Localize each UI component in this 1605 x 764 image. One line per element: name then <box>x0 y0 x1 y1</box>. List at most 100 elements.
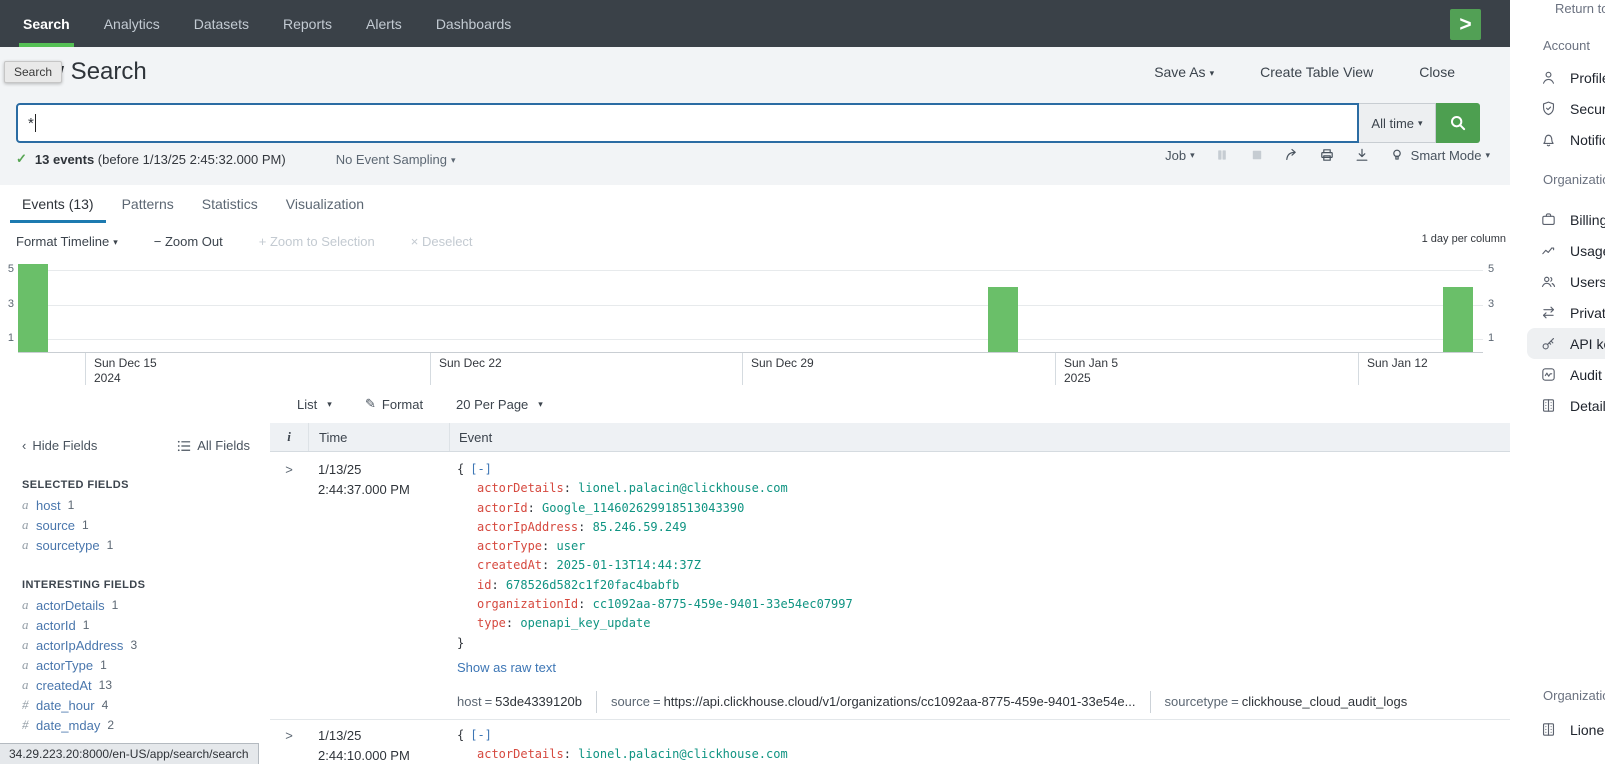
bell-icon <box>1540 131 1557 148</box>
menu-item-api-keys[interactable]: API keys <box>1527 328 1605 359</box>
hide-fields-button[interactable]: ‹Hide Fields <box>22 438 97 453</box>
field-type-glyph: # <box>22 697 36 713</box>
json-pair[interactable]: actorDetails: lionel.palacin@clickhouse.… <box>457 745 1510 764</box>
menu-item-security[interactable]: Security <box>1510 93 1605 124</box>
splunk-logo-icon[interactable]: > <box>1450 9 1481 40</box>
field-actorId[interactable]: aactorId1 <box>0 615 270 635</box>
nav-item-dashboards[interactable]: Dashboards <box>419 0 529 47</box>
json-pair[interactable]: createdAt: 2025-01-13T14:44:37Z <box>457 556 1510 575</box>
menu-item-private-endpoints[interactable]: Private <box>1510 297 1605 328</box>
zoom-out-button[interactable]: − Zoom Out <box>154 234 223 249</box>
field-actorDetails[interactable]: aactorDetails1 <box>0 595 270 615</box>
close-button[interactable]: Close <box>1419 64 1455 80</box>
all-fields-button[interactable]: All Fields <box>177 438 250 453</box>
field-source[interactable]: asource1 <box>0 515 270 535</box>
field-type-glyph: # <box>22 717 36 733</box>
nav-item-search[interactable]: Search <box>6 0 87 47</box>
list-view-dropdown[interactable]: List▾ <box>297 385 332 423</box>
menu-item-notifications[interactable]: Notifications <box>1510 124 1605 155</box>
json-pair[interactable]: actorIpAddress: 85.246.59.249 <box>457 518 1510 537</box>
meta-host[interactable]: host=53de4339120b <box>457 691 596 712</box>
nav-item-datasets[interactable]: Datasets <box>177 0 266 47</box>
y-tick-label: 3 <box>1488 298 1500 310</box>
tab-events[interactable]: Events (13) <box>8 185 108 223</box>
time-range-picker[interactable]: All time▾ <box>1359 103 1436 143</box>
json-pair[interactable]: actorType: user <box>457 537 1510 556</box>
print-icon <box>1319 147 1335 163</box>
swap-arrows-icon <box>1540 304 1557 321</box>
stop-job-button[interactable] <box>1249 147 1265 163</box>
menu-item-usage[interactable]: Usage <box>1510 235 1605 266</box>
meta-source[interactable]: source=https://api.clickhouse.cloud/v1/o… <box>596 691 1150 712</box>
save-as-button[interactable]: Save As▾ <box>1154 64 1214 80</box>
field-actorIpAddress[interactable]: aactorIpAddress3 <box>0 635 270 655</box>
text-cursor <box>35 114 36 132</box>
search-input[interactable]: * <box>16 103 1359 143</box>
field-host[interactable]: ahost1 <box>0 495 270 515</box>
json-pair[interactable]: actorDetails: lionel.palacin@clickhouse.… <box>457 479 1510 498</box>
expand-event-button[interactable]: > <box>270 460 308 713</box>
tab-patterns[interactable]: Patterns <box>108 185 188 223</box>
gridline <box>18 270 1483 271</box>
json-pair[interactable]: id: 678526d582c1f20fac4babfb <box>457 576 1510 595</box>
zoom-to-selection-button[interactable]: + Zoom to Selection <box>259 234 375 249</box>
nav-item-analytics[interactable]: Analytics <box>87 0 177 47</box>
field-type-glyph: a <box>22 677 36 693</box>
nav-item-alerts[interactable]: Alerts <box>349 0 419 47</box>
event-sampling-dropdown[interactable]: No Event Sampling▾ <box>336 152 456 167</box>
x-axis-label: Sun Jan 52025 <box>1055 353 1118 387</box>
meta-sourcetype[interactable]: sourcetype=clickhouse_cloud_audit_logs <box>1150 691 1422 712</box>
download-icon <box>1354 147 1370 163</box>
menu-item-profile[interactable]: Profile <box>1510 62 1605 93</box>
chevron-down-icon: ▾ <box>1190 150 1195 161</box>
tab-statistics[interactable]: Statistics <box>188 185 272 223</box>
nav-item-reports[interactable]: Reports <box>266 0 349 47</box>
timeline-scale-note: 1 day per column <box>1422 233 1506 245</box>
show-raw-text-link[interactable]: Show as raw text <box>457 658 556 677</box>
user-icon <box>1540 69 1557 86</box>
menu-item-billing[interactable]: Billing <box>1510 204 1605 235</box>
bulb-icon <box>1389 147 1405 163</box>
field-date_mday[interactable]: #date_mday2 <box>0 715 270 735</box>
menu-item-audit[interactable]: Audit <box>1510 359 1605 390</box>
selected-fields-title: SELECTED FIELDS <box>0 453 270 495</box>
pause-job-button[interactable] <box>1214 147 1230 163</box>
events-timeline-chart[interactable]: 5 3 1 5 3 1 Sun Dec 152024 Sun Dec 22 Su… <box>0 259 1510 385</box>
results-controls: List▾ ✎Format 20 Per Page▾ <box>0 385 1510 424</box>
menu-item-users[interactable]: Users <box>1510 266 1605 297</box>
menu-item-current-organization[interactable]: Lionel <box>1510 714 1605 745</box>
expand-event-button[interactable]: > <box>270 726 308 764</box>
print-button[interactable] <box>1319 147 1335 163</box>
shield-check-icon <box>1540 100 1557 117</box>
per-page-dropdown[interactable]: 20 Per Page▾ <box>456 385 543 423</box>
job-menu[interactable]: Job▾ <box>1165 148 1195 163</box>
deselect-button[interactable]: × Deselect <box>411 234 473 249</box>
json-pair[interactable]: organizationId: cc1092aa-8775-459e-9401-… <box>457 595 1510 614</box>
account-section-title: Account <box>1543 38 1590 53</box>
audit-activity-icon <box>1540 366 1557 383</box>
json-pair[interactable]: type: openapi_key_update <box>457 614 1510 633</box>
search-submit-button[interactable] <box>1436 103 1480 143</box>
return-to-link[interactable]: Return to <box>1555 1 1605 16</box>
users-icon <box>1540 273 1557 290</box>
menu-item-details[interactable]: Details <box>1510 390 1605 421</box>
field-createdAt[interactable]: acreatedAt13 <box>0 675 270 695</box>
field-actorType[interactable]: aactorType1 <box>0 655 270 675</box>
col-time: Time <box>309 423 450 451</box>
search-header-area: New Search Search Save As▾ Create Table … <box>0 47 1510 185</box>
tab-visualization[interactable]: Visualization <box>272 185 378 223</box>
smart-mode-dropdown[interactable]: Smart Mode▾ <box>1389 147 1490 163</box>
format-results-button[interactable]: ✎Format <box>365 385 423 423</box>
format-timeline-dropdown[interactable]: Format Timeline▾ <box>16 234 118 249</box>
json-pair[interactable]: actorId: Google_114602629918513043390 <box>457 499 1510 518</box>
collapse-json-button[interactable]: [-] <box>470 462 492 476</box>
field-date_hour[interactable]: #date_hour4 <box>0 695 270 715</box>
export-button[interactable] <box>1354 147 1370 163</box>
interesting-fields-title: INTERESTING FIELDS <box>0 555 270 595</box>
field-sourcetype[interactable]: asourcetype1 <box>0 535 270 555</box>
billing-icon <box>1540 211 1557 228</box>
collapse-json-button[interactable]: [-] <box>470 728 492 742</box>
create-table-view-button[interactable]: Create Table View <box>1260 64 1373 80</box>
pencil-icon: ✎ <box>365 396 376 412</box>
share-job-button[interactable] <box>1284 147 1300 163</box>
